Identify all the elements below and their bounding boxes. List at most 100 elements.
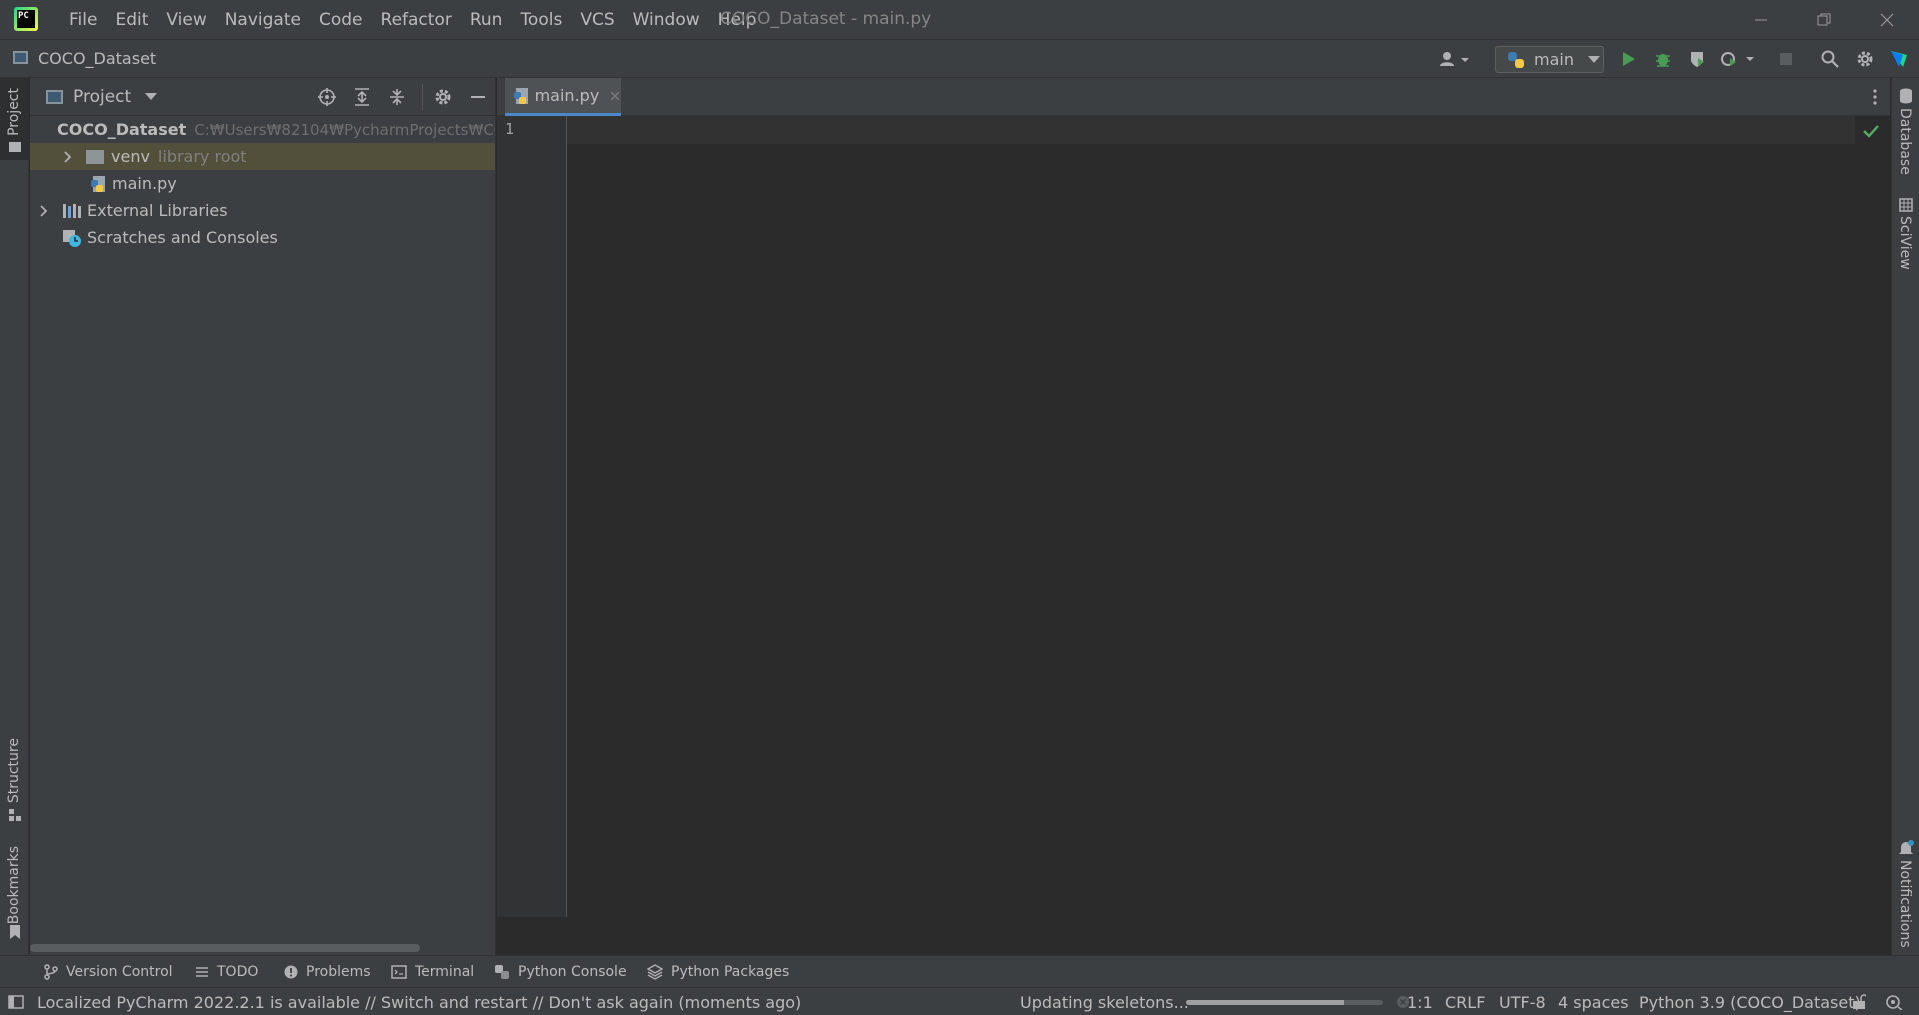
readonly-toggle[interactable]	[1852, 988, 1866, 1015]
panel-options-button[interactable]	[432, 87, 454, 107]
interpreter-selector[interactable]: Python 3.9 (COCO_Dataset)	[1639, 988, 1861, 1015]
tool-windows-icon	[8, 995, 24, 1009]
close-icon[interactable]	[609, 90, 621, 102]
structure-tool-label: Structure	[6, 738, 22, 804]
select-opened-file-button[interactable]	[316, 87, 338, 107]
profile-button[interactable]	[1718, 49, 1758, 69]
editor-options-button[interactable]	[1867, 87, 1883, 107]
menu-file[interactable]: File	[60, 10, 106, 30]
checkmark-icon	[1863, 125, 1879, 138]
stop-icon	[1780, 53, 1792, 65]
background-task-progress[interactable]	[1186, 988, 1383, 1015]
toggle-tool-windows-button[interactable]	[8, 988, 24, 1015]
menu-run[interactable]: Run	[461, 10, 512, 30]
project-panel-title[interactable]: Project	[73, 87, 131, 107]
line-number: 1	[505, 120, 515, 138]
menu-navigate[interactable]: Navigate	[216, 10, 310, 30]
database-tool-tab[interactable]: Database	[1892, 88, 1919, 175]
tree-item-main-py[interactable]: main.py	[30, 170, 495, 197]
user-icon	[1440, 52, 1469, 66]
menu-tools[interactable]: Tools	[511, 10, 571, 30]
hide-panel-button[interactable]	[467, 87, 489, 107]
line-number-gutter: 1	[497, 116, 567, 917]
tree-item-hint: library root	[157, 147, 247, 166]
caret-position[interactable]: 1:1	[1407, 988, 1433, 1015]
menu-edit[interactable]: Edit	[106, 10, 157, 30]
tree-item-external-libraries[interactable]: External Libraries	[30, 197, 495, 224]
current-line-highlight[interactable]	[567, 116, 1855, 144]
sciview-tool-tab[interactable]: SciView	[1892, 198, 1919, 278]
menu-vcs[interactable]: VCS	[571, 10, 623, 30]
notifications-tool-label: Notifications	[1897, 860, 1913, 948]
python-console-tool[interactable]: Python Console	[494, 956, 627, 988]
search-everywhere-button[interactable]	[1819, 49, 1841, 69]
coverage-button[interactable]	[1686, 49, 1708, 69]
coverage-icon	[1691, 52, 1704, 67]
code-editor[interactable]	[567, 144, 1855, 917]
terminal-tool[interactable]: Terminal	[391, 956, 474, 988]
tree-item-project-root[interactable]: COCO_Dataset C:₩Users₩82104₩PycharmProje…	[30, 116, 495, 143]
branch-icon	[44, 964, 58, 980]
bell-icon	[1899, 840, 1914, 854]
status-bar: Localized PyCharm 2022.2.1 is available …	[0, 987, 1919, 1015]
inspection-status[interactable]	[1861, 122, 1881, 140]
tree-item-path: C:₩Users₩82104₩PycharmProjects₩CO	[194, 120, 495, 139]
sciview-tool-label: SciView	[1897, 216, 1913, 270]
run-config-selector[interactable]: main	[1495, 46, 1604, 73]
stop-button[interactable]	[1776, 49, 1796, 69]
tab-main-py[interactable]: main.py	[505, 78, 621, 116]
project-tool-label: Project	[6, 88, 22, 136]
restore-icon	[1817, 13, 1831, 25]
bookmark-icon	[10, 925, 20, 939]
indent-setting[interactable]: 4 spaces	[1558, 988, 1629, 1015]
structure-tool-tab[interactable]: Structure	[0, 736, 29, 826]
tree-item-scratches[interactable]: Scratches and Consoles	[30, 224, 495, 251]
close-window-button[interactable]	[1856, 0, 1918, 39]
project-view-icon	[46, 89, 63, 104]
unlock-icon	[1853, 994, 1866, 1009]
bug-icon	[1656, 54, 1670, 67]
collapse-all-button[interactable]	[386, 87, 408, 107]
run-button[interactable]	[1618, 49, 1640, 69]
window-title: COCO_Dataset - main.py	[720, 9, 932, 29]
settings-button[interactable]	[1854, 49, 1876, 69]
todo-tool[interactable]: TODO	[195, 956, 258, 988]
file-encoding[interactable]: UTF-8	[1499, 988, 1546, 1015]
version-control-tool[interactable]: Version Control	[44, 956, 173, 988]
title-bar: PC File Edit View Navigate Code Refactor…	[0, 0, 1919, 39]
search-icon	[1821, 50, 1839, 68]
code-with-me-button[interactable]	[1887, 48, 1911, 70]
user-account-button[interactable]	[1436, 48, 1472, 70]
restore-button[interactable]	[1793, 0, 1855, 39]
breadcrumb[interactable]: COCO_Dataset	[38, 49, 156, 68]
minimize-icon	[1755, 19, 1767, 20]
menu-refactor[interactable]: Refactor	[372, 10, 461, 30]
menu-code[interactable]: Code	[310, 10, 372, 30]
inspection-profile-button[interactable]	[1884, 988, 1904, 1015]
problems-tool[interactable]: Problems	[284, 956, 371, 988]
tree-item-venv[interactable]: venv library root	[30, 143, 495, 170]
project-tool-tab[interactable]: Project	[0, 78, 29, 160]
status-message[interactable]: Localized PyCharm 2022.2.1 is available …	[37, 988, 801, 1015]
toolbar-divider	[422, 84, 423, 110]
minimize-button[interactable]	[1730, 0, 1792, 39]
bookmarks-tool-tab[interactable]: Bookmarks	[0, 840, 29, 950]
python-packages-tool[interactable]: Python Packages	[647, 956, 789, 988]
minimize-icon	[471, 96, 485, 98]
menu-view[interactable]: View	[157, 10, 215, 30]
python-console-label: Python Console	[518, 964, 627, 980]
terminal-label: Terminal	[415, 964, 475, 980]
bookmarks-tool-label: Bookmarks	[6, 846, 22, 925]
project-horizontal-scrollbar[interactable]	[30, 944, 420, 952]
python-icon	[1508, 51, 1524, 68]
chevron-down-icon[interactable]	[145, 92, 158, 101]
scratches-icon	[63, 229, 81, 247]
background-task-label[interactable]: Updating skeletons...	[1020, 988, 1189, 1015]
expand-all-button[interactable]	[351, 87, 373, 107]
menu-window[interactable]: Window	[624, 10, 709, 30]
database-icon	[1900, 88, 1912, 104]
debug-button[interactable]	[1652, 49, 1674, 69]
notifications-tool-tab[interactable]: Notifications	[1892, 840, 1919, 950]
line-separator[interactable]: CRLF	[1445, 988, 1485, 1015]
left-tool-strip: Project Structure Bookmarks	[0, 78, 29, 955]
